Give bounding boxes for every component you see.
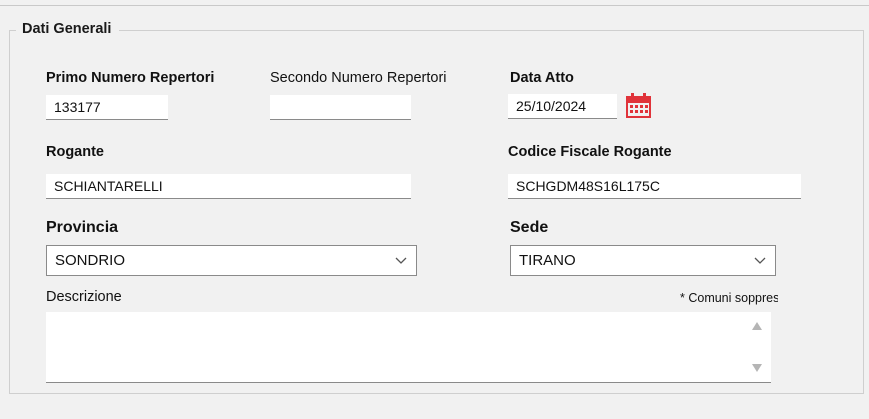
- codice-fiscale-label: Codice Fiscale Rogante: [508, 144, 672, 160]
- top-separator: [0, 5, 869, 6]
- sede-label: Sede: [510, 219, 549, 236]
- provincia-select[interactable]: SONDRIO: [46, 245, 417, 276]
- comuni-soppressi-note: * Comuni soppressi: [680, 291, 778, 305]
- secondo-numero-input[interactable]: [270, 95, 411, 120]
- descrizione-label: Descrizione: [46, 289, 122, 305]
- provincia-label: Provincia: [46, 219, 119, 236]
- data-atto-label: Data Atto: [510, 70, 574, 86]
- rogante-label: Rogante: [46, 144, 104, 160]
- primo-numero-label: Primo Numero Repertori: [46, 70, 215, 86]
- rogante-input[interactable]: SCHIANTARELLI: [46, 174, 411, 199]
- provincia-value: SONDRIO: [55, 252, 126, 269]
- scroll-down-icon[interactable]: [751, 363, 763, 373]
- secondo-numero-label: Secondo Numero Repertori: [270, 70, 447, 86]
- codice-fiscale-input[interactable]: SCHGDM48S16L175C: [508, 174, 801, 199]
- descrizione-textarea[interactable]: [46, 312, 771, 383]
- sede-value: TIRANO: [519, 252, 576, 269]
- scroll-up-icon[interactable]: [751, 321, 763, 331]
- chevron-down-icon: [395, 257, 407, 264]
- section-title: Dati Generali: [16, 21, 120, 37]
- chevron-down-icon: [754, 257, 766, 264]
- primo-numero-input[interactable]: 133177: [46, 95, 168, 120]
- data-atto-input[interactable]: 25/10/2024: [508, 94, 617, 119]
- sede-select[interactable]: TIRANO: [510, 245, 776, 276]
- calendar-icon[interactable]: [625, 93, 652, 118]
